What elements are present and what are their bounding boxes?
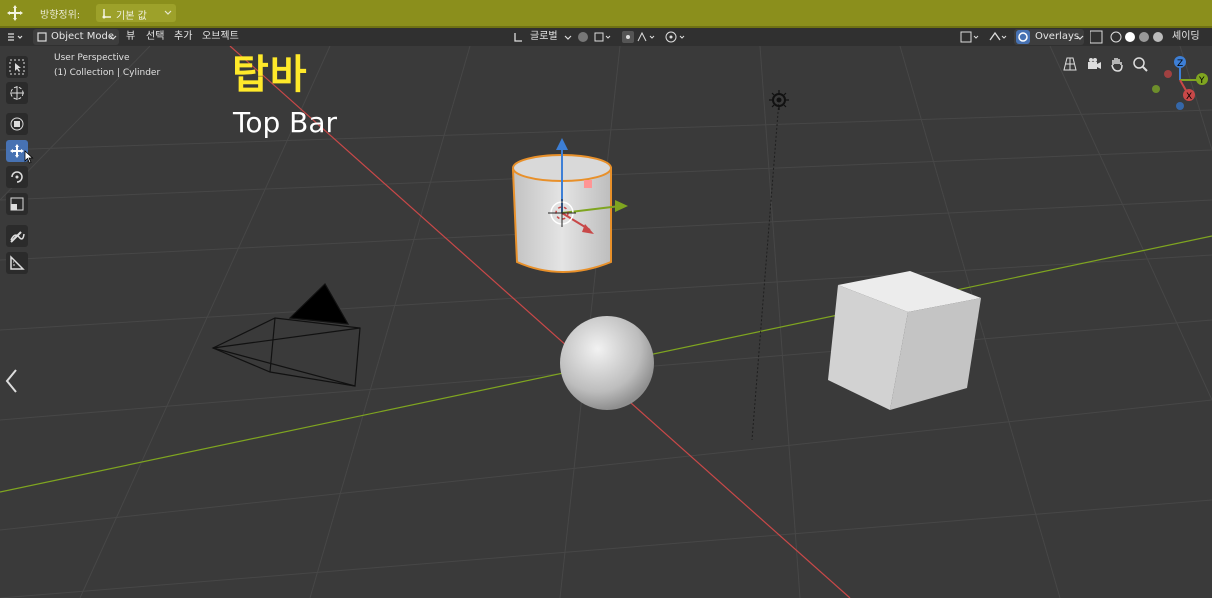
shading-dropdown[interactable]: 셰이딩 [1172, 29, 1212, 45]
mode-dropdown[interactable]: Object Mode [33, 29, 119, 45]
chevron-down-icon [1076, 35, 1084, 40]
measure-icon [10, 255, 25, 270]
gizmo-icon [989, 31, 1007, 41]
svg-text:Y: Y [1198, 76, 1205, 86]
grid-view-icon [1063, 57, 1077, 71]
scene-canvas: Z Y X [0, 46, 1212, 598]
axis-navigation-gizmo: Z Y X [1152, 56, 1208, 110]
mode-label: Object Mode [51, 31, 114, 42]
chevron-down-icon [109, 35, 117, 40]
shading-label: 셰이딩 [1172, 31, 1200, 42]
orientation-dropdown[interactable]: 기본 값 [96, 4, 176, 22]
collection-info: (1) Collection | Cylinder [54, 68, 161, 78]
measure-tool[interactable] [6, 252, 28, 274]
camera-object [211, 283, 361, 387]
cursor-icon [10, 86, 24, 100]
chevron-down-icon [564, 35, 572, 40]
shading-mode-buttons[interactable] [1090, 29, 1170, 45]
editor-type-icon [8, 33, 23, 41]
orientation-icon [102, 9, 111, 19]
gizmo-dropdown[interactable] [988, 29, 1010, 45]
menu-view[interactable]: 뷰 [126, 29, 135, 45]
scale-tool[interactable] [6, 193, 28, 215]
cylinder-object [511, 138, 628, 273]
perspective-label: User Perspective [54, 53, 130, 63]
orientation-label: 방향정위: [40, 10, 81, 21]
pivot-dropdown[interactable] [576, 29, 616, 45]
proportional-edit-toggle[interactable] [664, 29, 690, 45]
move-icon [10, 144, 24, 158]
scale-icon [10, 197, 24, 211]
snap-toggle[interactable] [622, 29, 658, 45]
transform-tool[interactable] [6, 113, 28, 135]
overlays-label: Overlays [1035, 31, 1080, 42]
proportional-edit-icon [665, 31, 685, 43]
zoom-icon [1133, 57, 1148, 72]
chevron-down-icon [164, 10, 172, 15]
annotate-tool[interactable] [6, 225, 28, 247]
tool-header: 방향정위: 기본 값 [0, 0, 1212, 28]
grid-view-button[interactable] [1060, 54, 1080, 74]
pan-view-button[interactable] [1107, 54, 1127, 74]
overlays-dropdown[interactable]: Overlays [1014, 29, 1084, 45]
back-arrow-icon[interactable] [4, 368, 18, 394]
overlay-title-korean: 탑바 [232, 52, 308, 98]
menu-add[interactable]: 추가 [174, 29, 192, 45]
view-object-types-dropdown[interactable] [960, 29, 982, 45]
sphere-object [560, 316, 654, 410]
cursor-tool[interactable] [6, 82, 28, 104]
transform-orientation-dropdown[interactable]: 글로벌 [512, 29, 572, 45]
orientation-value: 기본 값 [116, 11, 147, 22]
object-mode-icon [37, 32, 47, 42]
overlays-icon [1016, 30, 1030, 44]
shading-icons [1090, 30, 1163, 44]
orientation-icon [514, 33, 522, 42]
rotate-tool[interactable] [6, 166, 28, 188]
zoom-view-button[interactable] [1130, 54, 1150, 74]
select-box-icon [9, 59, 25, 75]
editor-type-button[interactable] [6, 29, 28, 45]
camera-view-button[interactable] [1084, 54, 1104, 74]
3d-viewport[interactable]: Z Y X User Perspective (1) Collection | … [0, 46, 1212, 598]
viewport-header: Object Mode 뷰 선택 추가 오브젝트 글로벌 Overlays 셰이… [0, 28, 1212, 46]
transform-orientation-label: 글로벌 [530, 31, 558, 42]
move-tool-icon[interactable] [6, 4, 24, 22]
object-types-icon [960, 31, 979, 43]
camera-view-icon [1088, 58, 1101, 69]
select-box-tool[interactable] [6, 56, 28, 78]
svg-text:X: X [1186, 92, 1192, 102]
pan-hand-icon [1111, 58, 1123, 72]
menu-select[interactable]: 선택 [146, 29, 164, 45]
pivot-icon [578, 32, 611, 42]
mouse-pointer-icon [24, 150, 34, 164]
overlay-title-english: Top Bar [233, 106, 338, 139]
svg-text:Z: Z [1177, 59, 1183, 69]
light-icon [769, 90, 789, 110]
snap-icon [622, 31, 655, 43]
annotate-icon [10, 231, 25, 243]
transform-icon [10, 117, 24, 131]
cube-object [828, 271, 981, 410]
rotate-icon [11, 171, 23, 183]
menu-object[interactable]: 오브젝트 [202, 29, 239, 45]
